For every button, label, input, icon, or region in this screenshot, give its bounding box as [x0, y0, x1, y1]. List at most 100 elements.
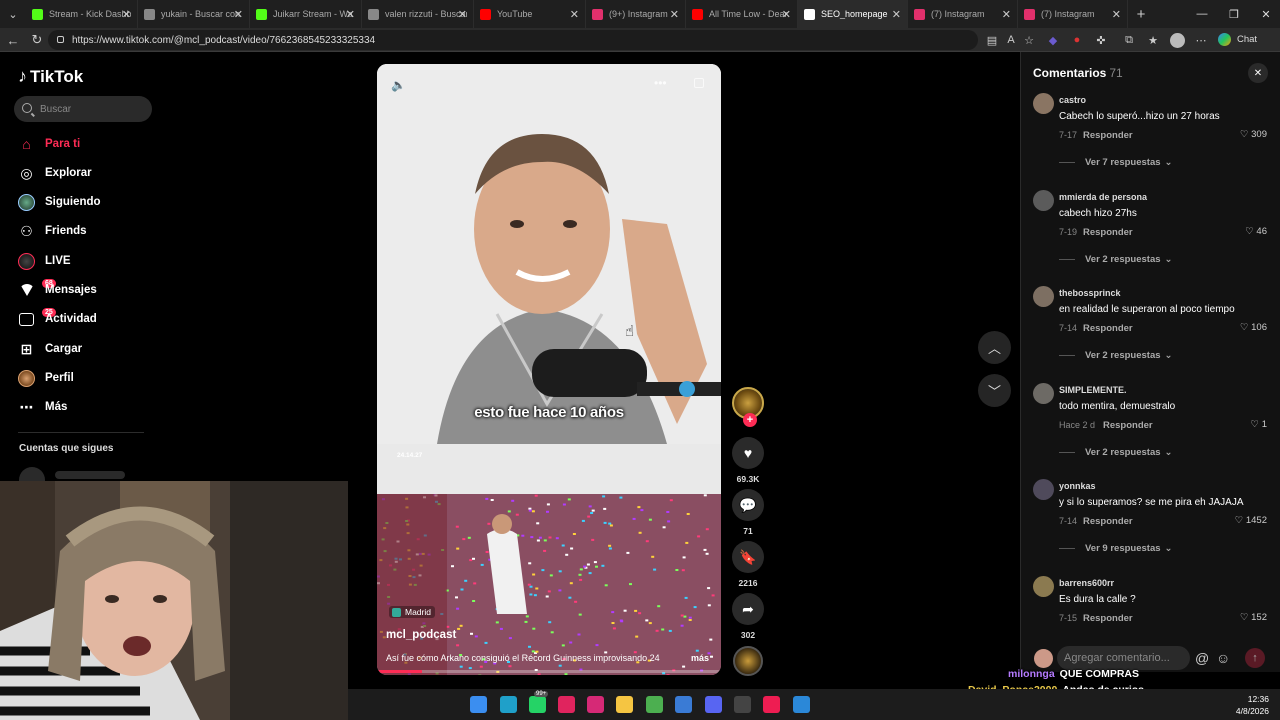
bookmark-icon[interactable]: 🔖: [732, 541, 764, 573]
close-window-icon[interactable]: ✕: [1250, 0, 1280, 28]
sidebar-item-parati[interactable]: ⌂ Para ti: [0, 131, 170, 157]
chat-button[interactable]: Chat: [1237, 34, 1257, 45]
browser-tab[interactable]: YouTube ✕: [474, 0, 586, 28]
volume-icon[interactable]: 🔈: [391, 78, 406, 92]
restore-window-icon[interactable]: ❐: [1218, 0, 1250, 28]
tiktok-logo[interactable]: ♪ TikTok: [18, 66, 83, 87]
previous-video-button[interactable]: ︿: [978, 331, 1011, 364]
discord-icon[interactable]: [705, 696, 722, 713]
edge-icon[interactable]: [500, 696, 517, 713]
comment-input[interactable]: Agregar comentario...: [1057, 646, 1190, 670]
share-arrow-icon[interactable]: ➦: [732, 593, 764, 625]
search-input[interactable]: Buscar: [14, 96, 152, 122]
comment-like-count[interactable]: ♡ 309: [1240, 129, 1267, 140]
commenter-avatar[interactable]: [1033, 93, 1054, 114]
commenter-avatar[interactable]: [1033, 479, 1054, 500]
sidebar-item-actividad[interactable]: 25 Actividad: [0, 306, 170, 332]
comment-like-count[interactable]: ♡ 1452: [1235, 515, 1267, 526]
send-comment-icon[interactable]: ↑: [1245, 648, 1265, 668]
reply-button[interactable]: Responder: [1083, 323, 1133, 334]
tab-close-icon[interactable]: ✕: [234, 8, 243, 21]
browser-tab[interactable]: All Time Low - Dear ✕: [686, 0, 798, 28]
view-replies-button[interactable]: Ver 2 respuestas ⌄: [1059, 447, 1173, 458]
tab-close-icon[interactable]: ✕: [670, 8, 679, 21]
commenter-avatar[interactable]: [1033, 189, 1054, 211]
comment-username[interactable]: castro: [1059, 95, 1086, 105]
minimize-window-icon[interactable]: —: [1186, 0, 1218, 28]
extensions-puzzle-icon[interactable]: ✜: [1094, 33, 1108, 47]
emoji-icon[interactable]: ☺: [1216, 650, 1230, 666]
video-progress-bar[interactable]: [377, 670, 721, 673]
video-username[interactable]: mcl_podcast: [386, 629, 456, 641]
creator-avatar[interactable]: +: [732, 387, 764, 427]
sidebar-item-cargar[interactable]: ⊞ Cargar: [0, 336, 170, 362]
steam-icon[interactable]: [734, 696, 751, 713]
windows-start-icon[interactable]: [470, 696, 487, 713]
new-tab-button[interactable]: +: [1128, 0, 1154, 28]
view-replies-button[interactable]: Ver 7 respuestas ⌄: [1059, 157, 1173, 168]
file-explorer-icon[interactable]: [616, 696, 633, 713]
more-options-icon[interactable]: ⋯: [1194, 33, 1208, 47]
view-replies-button[interactable]: Ver 2 respuestas ⌄: [1059, 254, 1173, 265]
comment-bubble-icon[interactable]: 💬: [732, 489, 764, 521]
instagram-icon[interactable]: [587, 696, 604, 713]
browser-tab[interactable]: SEO_homepage ✕: [798, 0, 908, 28]
browser-tab[interactable]: Stream - Kick Dashb ✕: [26, 0, 138, 28]
video-player[interactable]: 🔈 ••• esto fue hace 10 años 24.14.27 Mad…: [377, 64, 721, 675]
more-description-button[interactable]: más: [691, 653, 709, 663]
comment-heart-icon[interactable]: ♡: [1245, 226, 1256, 237]
comment-like-count[interactable]: ♡ 1: [1251, 419, 1267, 430]
tab-close-icon[interactable]: ✕: [570, 8, 579, 21]
reply-button[interactable]: Responder: [1083, 130, 1133, 141]
mention-icon[interactable]: @: [1195, 650, 1209, 666]
profile-avatar-icon[interactable]: [1170, 33, 1185, 48]
favorites-icon[interactable]: ★: [1146, 33, 1160, 47]
follow-plus-icon[interactable]: +: [743, 413, 757, 427]
tab-actions-chevron-icon[interactable]: ⌄: [0, 0, 26, 28]
view-replies-button[interactable]: Ver 2 respuestas ⌄: [1059, 350, 1173, 361]
comment-heart-icon[interactable]: ♡: [1240, 129, 1251, 140]
comment-like-count[interactable]: ♡ 46: [1245, 226, 1267, 237]
comment-like-count[interactable]: ♡ 106: [1240, 322, 1267, 333]
comment-username[interactable]: barrens600rr: [1059, 578, 1114, 588]
browser-tab[interactable]: (7) Instagram ✕: [1018, 0, 1128, 28]
reply-button[interactable]: Responder: [1083, 516, 1133, 527]
reader-mode-icon[interactable]: ▤: [985, 33, 999, 47]
back-arrow-icon[interactable]: ←: [4, 31, 22, 49]
next-video-button[interactable]: ﹀: [978, 374, 1011, 407]
tab-close-icon[interactable]: ✕: [892, 8, 901, 21]
reply-button[interactable]: Responder: [1083, 613, 1133, 624]
tab-close-icon[interactable]: ✕: [122, 8, 131, 21]
fullscreen-icon[interactable]: [694, 78, 704, 88]
reply-button[interactable]: Responder: [1103, 420, 1153, 431]
like-heart-icon[interactable]: ♥: [732, 437, 764, 469]
copilot-icon[interactable]: [1218, 33, 1231, 46]
browser-tab[interactable]: yukain - Buscar con ✕: [138, 0, 250, 28]
comment-heart-icon[interactable]: ♡: [1240, 322, 1251, 333]
browser-tab[interactable]: Juikarr Stream - Wa ✕: [250, 0, 362, 28]
favorite-star-icon[interactable]: ☆: [1022, 33, 1036, 47]
commenter-avatar[interactable]: [1033, 286, 1054, 307]
comment-username[interactable]: yonnkas: [1059, 481, 1096, 491]
mail-icon[interactable]: [675, 696, 692, 713]
commenter-avatar[interactable]: [1033, 575, 1054, 597]
comment-username[interactable]: thebossprinck: [1059, 288, 1121, 298]
commenter-avatar[interactable]: [1033, 382, 1054, 404]
close-comments-icon[interactable]: ✕: [1248, 63, 1268, 83]
comment-heart-icon[interactable]: ♡: [1251, 419, 1262, 430]
comment-heart-icon[interactable]: ♡: [1235, 515, 1246, 526]
photos-icon[interactable]: [793, 696, 810, 713]
extension-red-icon[interactable]: ●: [1070, 33, 1084, 47]
tab-close-icon[interactable]: ✕: [782, 8, 791, 21]
extension-icon[interactable]: ◆: [1046, 33, 1060, 47]
url-field[interactable]: https://www.tiktok.com/@mcl_podcast/vide…: [48, 30, 978, 50]
tab-close-icon[interactable]: ✕: [346, 8, 355, 21]
sidebar-item-mensajes[interactable]: 68 Mensajes: [0, 277, 170, 303]
location-tag[interactable]: Madrid: [389, 606, 435, 618]
reply-button[interactable]: Responder: [1083, 227, 1133, 238]
refresh-icon[interactable]: ↻: [28, 31, 46, 49]
comment-username[interactable]: mmierda de persona: [1059, 192, 1147, 202]
chrome-icon[interactable]: [646, 696, 663, 713]
whatsapp-icon[interactable]: [529, 696, 546, 713]
sidebar-item-live[interactable]: LIVE: [0, 248, 170, 274]
